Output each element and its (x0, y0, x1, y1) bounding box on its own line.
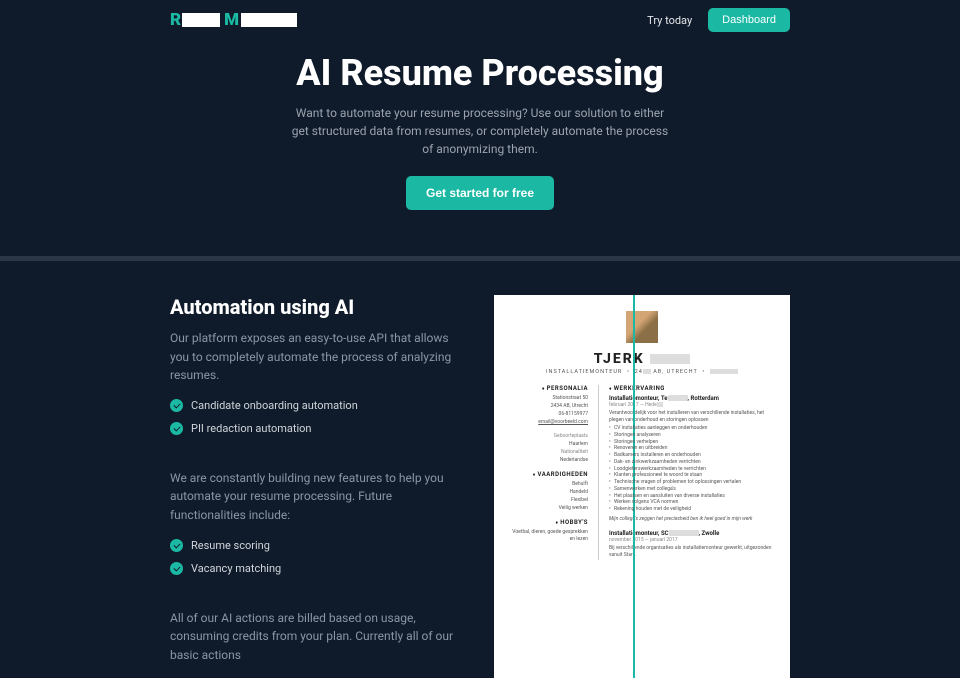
resume-bullet: Technische vragen of problemen tot oplos… (609, 479, 776, 486)
check-icon (170, 539, 183, 552)
feature-label: Vacancy matching (191, 562, 281, 575)
logo[interactable]: R M (170, 10, 297, 30)
resume-bullet: Het plaatsen en aansluiten van diverse i… (609, 493, 776, 500)
section-paragraph: Our platform exposes an easy-to-use API … (170, 329, 464, 385)
resume-bullet: Werken volgens VCA normen (609, 499, 776, 506)
resume-bullet: Rekening houden met de veiligheid (609, 506, 776, 513)
section-paragraph: All of our AI actions are billed based o… (170, 609, 464, 665)
check-icon (170, 399, 183, 412)
resume-text: 2434 AB, Utrecht (508, 403, 588, 410)
try-today-link[interactable]: Try today (647, 14, 692, 27)
feature-item: Vacancy matching (170, 562, 464, 575)
hero-title: AI Resume Processing (0, 52, 960, 94)
avatar (626, 311, 658, 343)
resume-text: 06-81159977 (508, 411, 588, 418)
redacted-text (650, 354, 690, 364)
resume-text: Stationstraat 50 (508, 395, 588, 402)
resume-text: Haarlem (508, 441, 588, 448)
logo-redact-block (182, 13, 220, 27)
resume-bullet: CV installaties aanleggen en onderhouden (609, 425, 776, 432)
logo-redact-block (241, 13, 297, 27)
resume-section-heading: PERSONALIA (508, 385, 588, 392)
dashboard-button[interactable]: Dashboard (708, 8, 790, 32)
resume-section-heading: HOBBY'S (508, 519, 588, 526)
resume-text: Voetbal, dieren, goede gesprekken en lez… (508, 529, 588, 543)
feature-item: Candidate onboarding automation (170, 399, 464, 412)
resume-bullet: Klanten professioneel te woord te staan (609, 472, 776, 479)
feature-item: Resume scoring (170, 539, 464, 552)
resume-bullet: Storingen analyseren (609, 432, 776, 439)
resume-text: Veilig werken (508, 505, 588, 512)
resume-text: Behulft (508, 481, 588, 488)
resume-bullet: Renoveren en uitbreiden (609, 445, 776, 452)
section-paragraph: We are constantly building new features … (170, 469, 464, 525)
logo-letter-m: M (224, 10, 239, 30)
resume-bullet: Dak- en zinkwerkzaamheden verrichten (609, 459, 776, 466)
logo-letter-r: R (170, 10, 180, 30)
resume-label: Geboorteplaats (508, 433, 588, 440)
feature-label: PII redaction automation (191, 422, 311, 435)
resume-email: email@voorbeeld.com (508, 419, 588, 426)
check-icon (170, 422, 183, 435)
resume-bullet: Badkamers installeren en onderhouden (609, 452, 776, 459)
resume-bullet: Storingen verhelpen (609, 439, 776, 446)
check-icon (170, 562, 183, 575)
resume-preview: TJERK INSTALLATIEMONTEUR • 24 AB, UTRECH… (494, 295, 790, 678)
section-heading: Automation using AI (170, 295, 464, 319)
get-started-button[interactable]: Get started for free (406, 176, 554, 210)
resume-section-heading: VAARDIGHEDEN (508, 471, 588, 478)
hero-subtitle: Want to automate your resume processing?… (290, 104, 670, 158)
resume-role: INSTALLATIEMONTEUR • 24 AB, UTRECHT • (508, 369, 776, 375)
resume-label: Nationaliteit (508, 449, 588, 456)
feature-label: Candidate onboarding automation (191, 399, 358, 412)
feature-item: PII redaction automation (170, 422, 464, 435)
resume-text: Nederlandse (508, 457, 588, 464)
resume-bullet: Samenwerken met collega's (609, 486, 776, 493)
resume-text: Flexibel (508, 497, 588, 504)
resume-text: Handeld (508, 489, 588, 496)
resume-name: TJERK (508, 351, 776, 367)
feature-label: Resume scoring (191, 539, 270, 552)
